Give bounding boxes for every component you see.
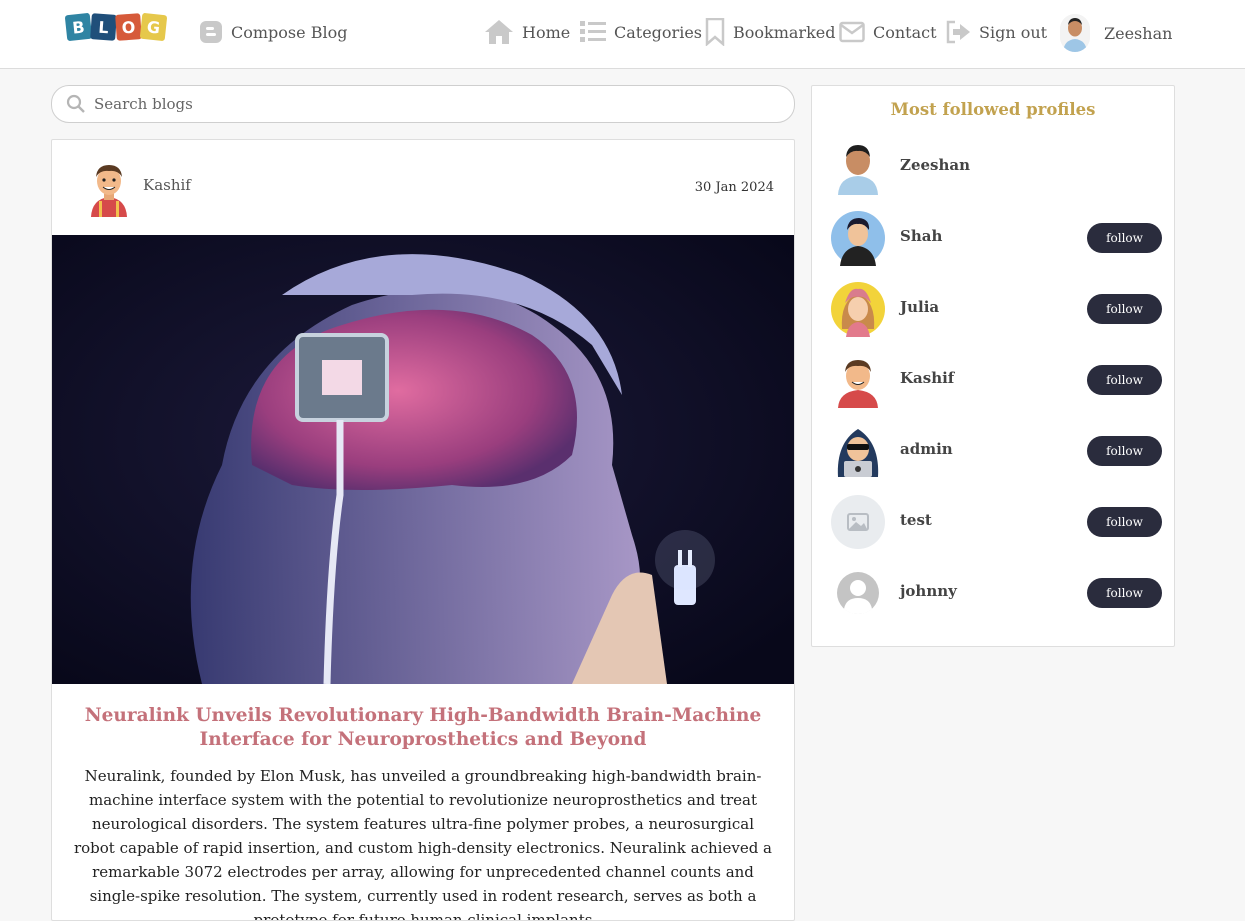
profile-name[interactable]: Kashif bbox=[900, 369, 954, 387]
profile-avatar-shah bbox=[831, 211, 885, 266]
bookmarked-label: Bookmarked bbox=[733, 22, 836, 42]
home-link[interactable]: Home bbox=[484, 18, 570, 46]
follow-button[interactable]: follow bbox=[1087, 578, 1162, 608]
profile-avatar-johnny bbox=[837, 572, 879, 614]
profile-name[interactable]: Julia bbox=[900, 298, 939, 316]
categories-link[interactable]: Categories bbox=[580, 18, 702, 46]
blog-post-card[interactable]: Kashif 30 Jan 2024 Neuralink Unveils Rev… bbox=[51, 139, 795, 921]
list-icon bbox=[580, 21, 606, 42]
profile-item[interactable]: johnny follow bbox=[830, 565, 1164, 621]
post-title[interactable]: Neuralink Unveils Revolutionary High-Ban… bbox=[72, 704, 774, 752]
contact-label: Contact bbox=[873, 22, 937, 42]
post-author-avatar[interactable] bbox=[85, 159, 133, 217]
search-icon bbox=[66, 94, 85, 113]
profile-item[interactable]: Zeeshan bbox=[830, 139, 1164, 195]
post-author-name[interactable]: Kashif bbox=[143, 176, 191, 194]
sidebar-title: Most followed profiles bbox=[890, 100, 1096, 119]
most-followed-sidebar: Most followed profiles Zeeshan Shah foll… bbox=[811, 85, 1175, 647]
envelope-icon bbox=[839, 21, 865, 43]
profile-avatar-julia bbox=[831, 282, 885, 337]
follow-button[interactable]: follow bbox=[1087, 365, 1162, 395]
profile-item[interactable]: admin follow bbox=[830, 423, 1164, 479]
follow-button[interactable]: follow bbox=[1087, 223, 1162, 253]
logo-letter: B bbox=[64, 12, 93, 42]
profile-name[interactable]: johnny bbox=[900, 582, 957, 600]
logo-letter: G bbox=[139, 12, 168, 42]
user-avatar bbox=[1060, 14, 1090, 52]
profile-item[interactable]: Kashif follow bbox=[830, 352, 1164, 408]
profile-avatar-test bbox=[831, 495, 885, 549]
post-body: Neuralink, founded by Elon Musk, has unv… bbox=[73, 767, 773, 921]
home-icon bbox=[485, 20, 513, 44]
profile-avatar-admin bbox=[830, 423, 886, 479]
post-date: 30 Jan 2024 bbox=[694, 180, 774, 195]
top-navbar: B L O G Compose Blog Home Categories Boo… bbox=[0, 0, 1245, 69]
follow-button[interactable]: follow bbox=[1087, 507, 1162, 537]
profile-name[interactable]: Zeeshan bbox=[900, 156, 970, 174]
profile-avatar-kashif bbox=[830, 352, 886, 408]
sign-out-icon bbox=[946, 20, 970, 44]
categories-label: Categories bbox=[614, 22, 702, 42]
search-bar[interactable] bbox=[51, 85, 795, 123]
profile-name[interactable]: test bbox=[900, 511, 932, 529]
profile-item[interactable]: Julia follow bbox=[830, 281, 1164, 337]
search-input[interactable] bbox=[92, 94, 776, 114]
follow-button[interactable]: follow bbox=[1087, 436, 1162, 466]
compose-blog-link[interactable]: Compose Blog bbox=[199, 18, 347, 46]
user-profile-menu[interactable]: Zeeshan bbox=[1060, 13, 1172, 53]
logo-letter: O bbox=[115, 13, 142, 41]
profile-name[interactable]: Shah bbox=[900, 227, 942, 245]
post-cover-image[interactable] bbox=[52, 235, 794, 684]
blogger-icon bbox=[200, 21, 222, 43]
bookmarked-link[interactable]: Bookmarked bbox=[705, 18, 835, 46]
home-label: Home bbox=[522, 22, 571, 42]
profile-avatar-zeeshan bbox=[830, 139, 886, 195]
user-name: Zeeshan bbox=[1104, 23, 1173, 43]
blog-logo[interactable]: B L O G bbox=[64, 12, 168, 42]
profile-name[interactable]: admin bbox=[900, 440, 953, 458]
logo-letter: L bbox=[90, 13, 117, 41]
compose-blog-label: Compose Blog bbox=[231, 22, 348, 42]
contact-link[interactable]: Contact bbox=[839, 18, 937, 46]
follow-button[interactable]: follow bbox=[1087, 294, 1162, 324]
profile-item[interactable]: Shah follow bbox=[830, 210, 1164, 266]
profile-item[interactable]: test follow bbox=[830, 494, 1164, 550]
bookmark-icon bbox=[705, 18, 725, 46]
sign-out-label: Sign out bbox=[979, 22, 1048, 42]
sign-out-link[interactable]: Sign out bbox=[945, 18, 1047, 46]
